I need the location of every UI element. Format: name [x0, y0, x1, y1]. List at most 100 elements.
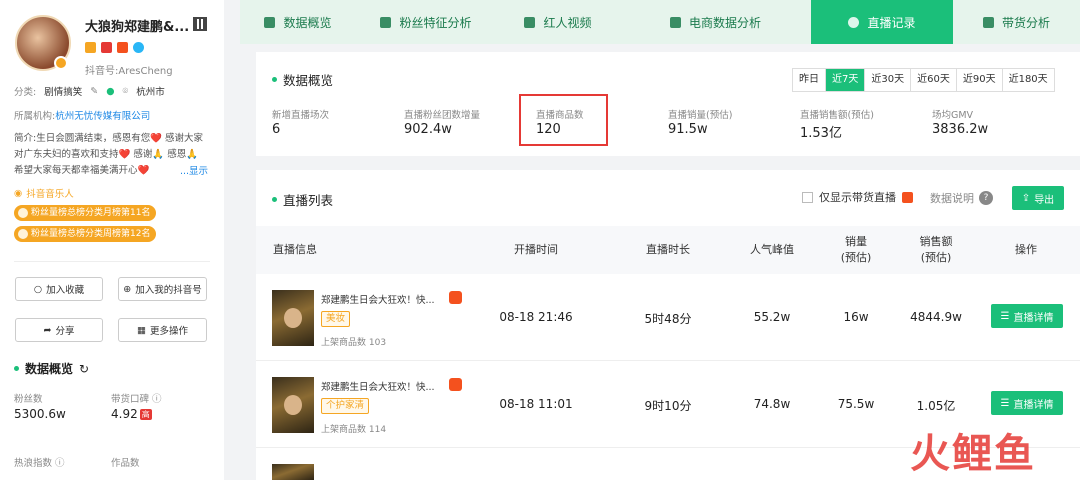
live-detail-label: 直播详情 — [1013, 399, 1054, 411]
more-actions-button[interactable]: ▦ 更多操作 — [118, 318, 207, 342]
duration: 9时10分 — [644, 399, 692, 413]
plus-icon: ⊕ — [123, 283, 132, 295]
music-tag: ◉ 抖音音乐人 — [14, 186, 74, 201]
live-list-title-label: 直播列表 — [283, 193, 334, 208]
live-detail-button[interactable]: ☰ 直播详情 — [991, 391, 1063, 415]
hot-index-label-row: 热浪指数 ⓘ — [14, 455, 65, 469]
range-60d[interactable]: 近60天 — [911, 69, 957, 91]
profile-overview-label: 数据概览 — [25, 362, 74, 376]
fans-label: 粉丝数 — [14, 394, 43, 405]
tab-overview-label: 数据概览 — [283, 15, 332, 30]
add-favorite-label: 加入收藏 — [46, 285, 85, 296]
export-button[interactable]: ⇪ 导出 — [1012, 186, 1064, 210]
cart-icon — [669, 16, 681, 28]
tab-sales-analysis[interactable]: 带货分析 — [953, 0, 1080, 44]
live-detail-button[interactable]: ☰ 直播详情 — [991, 304, 1063, 328]
shopping-bag-icon — [449, 378, 462, 391]
duration: 5时48分 — [644, 312, 692, 326]
tab-bar: 数据概览 粉丝特征分析 红人视频 电商数据分析 直播记录 带货分析 — [240, 0, 1080, 44]
range-30d[interactable]: 近30天 — [865, 69, 912, 91]
live-title[interactable]: 郑建鹏生日会大狂欢！快... — [321, 379, 435, 393]
sales: 16w — [843, 310, 869, 324]
live-thumbnail[interactable] — [272, 290, 314, 346]
overview-title: 数据概览 — [272, 70, 333, 89]
org-label: 所属机构: — [14, 111, 56, 122]
tab-fans-analysis-label: 粉丝特征分析 — [399, 15, 472, 30]
org-link[interactable]: 杭州无忧传媒有限公司 — [55, 111, 150, 122]
live-thumbnail[interactable] — [272, 464, 314, 480]
tab-fans-analysis[interactable]: 粉丝特征分析 — [356, 0, 496, 44]
question-icon[interactable]: ? — [979, 191, 993, 205]
table-row[interactable]: 郑建鹏生日会大狂欢！快... 美妆 上架商品数 103 08-18 21:46 … — [256, 274, 1080, 361]
help-icon[interactable]: ⓘ — [152, 394, 162, 405]
col-action: 操作 — [1015, 243, 1037, 256]
share-button[interactable]: ➦ 分享 — [15, 318, 103, 342]
tab-ecommerce[interactable]: 电商数据分析 — [620, 0, 811, 44]
add-favorite-button[interactable]: ○ 加入收藏 — [15, 277, 103, 301]
bio-more-link[interactable]: ...显示 — [180, 163, 208, 177]
shopping-bag-icon — [902, 191, 913, 203]
col-gmv[interactable]: 销售额 (预估) — [896, 234, 976, 266]
data-help-label: 数据说明 — [930, 192, 974, 205]
range-90d[interactable]: 近90天 — [957, 69, 1003, 91]
rank-monthly-label: 粉丝量榜总榜分类月榜第11名 — [31, 208, 151, 218]
category-tag: 美妆 — [321, 311, 351, 327]
only-goods-checkbox[interactable] — [802, 191, 813, 203]
badge-row — [85, 42, 144, 53]
tab-videos[interactable]: 红人视频 — [496, 0, 620, 44]
reputation-label-row: 带货口碑 ⓘ — [111, 391, 162, 405]
tab-overview[interactable]: 数据概览 — [240, 0, 356, 44]
crown-icon — [18, 208, 28, 218]
metric-label: 直播销售额(预估) — [800, 110, 874, 121]
col-peak[interactable]: 人气峰值 — [722, 242, 822, 258]
app-root: 大狼狗郑建鹏&... 抖音号:AresCheng 分类: 剧情搞笑 ✎ ● ⌾ … — [0, 0, 1080, 480]
works-label: 作品数 — [111, 458, 140, 469]
qr-code-icon[interactable] — [193, 17, 207, 31]
shopping-bag-icon — [449, 291, 462, 304]
reputation-chip: 高 — [139, 409, 152, 420]
crown-icon — [18, 229, 28, 239]
live-detail-label: 直播详情 — [1013, 312, 1054, 324]
edit-icon[interactable]: ✎ — [90, 86, 98, 97]
metric-label: 直播粉丝团数增量 — [404, 110, 481, 121]
overview-card: 数据概览 昨日 近7天 近30天 近60天 近90天 近180天 新增直播场次 … — [256, 52, 1080, 156]
category-row: 分类: 剧情搞笑 ✎ ● ⌾ 杭州市 — [14, 84, 165, 99]
tab-videos-label: 红人视频 — [543, 15, 592, 30]
chart-pie-icon — [264, 16, 276, 28]
list-icon: ☰ — [1000, 310, 1010, 322]
profile-overview-title: 数据概览 ↻ — [14, 360, 89, 377]
rank-badge-monthly[interactable]: 粉丝量榜总榜分类月榜第11名 — [14, 205, 157, 221]
live-title[interactable]: 郑建鹏生日会大狂欢！快... — [321, 292, 435, 306]
divider — [14, 261, 210, 262]
metric-label: 新增直播场次 — [272, 110, 330, 121]
range-yesterday[interactable]: 昨日 — [793, 69, 826, 91]
profile-name: 大狼狗郑建鹏&... — [85, 20, 190, 35]
tab-live-records-label: 直播记录 — [867, 15, 916, 30]
metric-value: 6 — [272, 122, 281, 137]
add-to-my-douyin-label: 加入我的抖音号 — [135, 285, 202, 296]
data-help[interactable]: 数据说明? — [930, 190, 993, 206]
org-row: 所属机构:杭州无忧传媒有限公司 — [14, 108, 150, 122]
star-badge-icon — [133, 42, 144, 53]
reputation-value-row: 4.92 高 — [111, 407, 152, 421]
only-goods-filter[interactable]: 仅显示带货直播 — [802, 189, 913, 205]
range-7d[interactable]: 近7天 — [826, 69, 866, 91]
category-value: 剧情搞笑 — [44, 87, 83, 98]
help-icon[interactable]: ⓘ — [55, 458, 65, 469]
col-sales-line2: (预估) — [840, 251, 872, 264]
col-start: 开播时间 — [514, 243, 558, 256]
tab-live-records[interactable]: 直播记录 — [811, 0, 953, 44]
add-to-my-douyin-button[interactable]: ⊕ 加入我的抖音号 — [118, 277, 207, 301]
hot-index-label: 热浪指数 — [14, 458, 53, 469]
grid-icon: ▦ — [137, 324, 146, 336]
refresh-icon[interactable]: ↻ — [79, 362, 89, 376]
video-icon — [524, 16, 536, 28]
favorite-icon: ○ — [33, 283, 43, 295]
rank-badge-weekly[interactable]: 粉丝量榜总榜分类周榜第12名 — [14, 226, 157, 242]
live-thumbnail[interactable] — [272, 377, 314, 433]
range-180d[interactable]: 近180天 — [1003, 69, 1054, 91]
video-badge-icon — [101, 42, 112, 53]
col-sales[interactable]: 销量 (预估) — [816, 234, 896, 266]
sales: 75.5w — [837, 397, 875, 411]
start-time: 08-18 21:46 — [499, 310, 573, 324]
